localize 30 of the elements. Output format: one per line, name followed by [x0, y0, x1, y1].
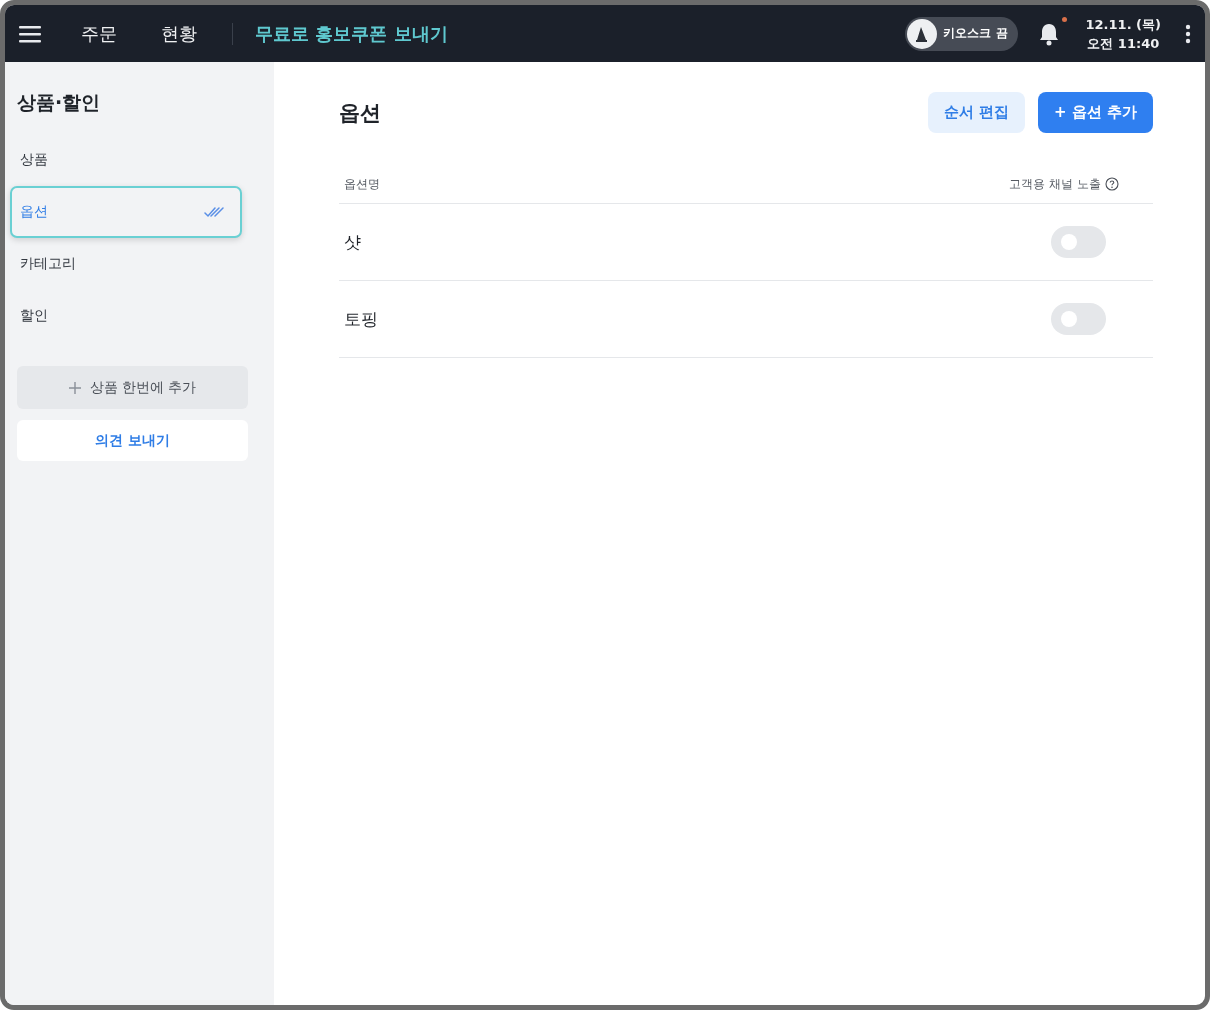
column-header: 옵션명 — [344, 175, 380, 193]
date-text: 12.11. (목) — [1085, 15, 1161, 34]
help-icon — [1105, 177, 1119, 191]
toggle-switch[interactable] — [1051, 303, 1106, 335]
bell-icon — [1037, 21, 1060, 46]
kiosk-toggle[interactable]: 키오스크 끔 — [905, 16, 1018, 51]
sidebar-title: 상품·할인 — [17, 90, 102, 115]
feedback-button[interactable]: 의견 보내기 — [17, 420, 248, 461]
promo-link[interactable]: 무료로 홍보쿠폰 보내기 — [255, 21, 448, 46]
sidebar-item[interactable]: 카테고리 — [10, 238, 242, 290]
nav-tab[interactable]: 주문 — [81, 21, 117, 46]
more-icon — [1185, 23, 1191, 44]
page-title: 옵션 — [339, 99, 381, 127]
menu-button[interactable] — [19, 24, 41, 43]
add-option-button[interactable]: + 옵션 추가 — [1038, 92, 1153, 133]
menu-icon — [19, 24, 41, 43]
double-check-icon — [204, 206, 224, 218]
sidebar-item[interactable]: 할인 — [10, 290, 242, 342]
more-button[interactable] — [1185, 23, 1191, 44]
bulk-add-button[interactable]: 상품 한번에 추가 — [17, 366, 248, 409]
sidebar-item[interactable]: 옵션 — [10, 186, 242, 238]
nav-tab[interactable]: 현황 — [161, 21, 197, 46]
time-text: 오전 11:40 — [1087, 34, 1160, 53]
option-name: 샷 — [344, 230, 361, 254]
column-header: 고객용 채널 노출 — [1009, 175, 1101, 193]
sidebar-item[interactable]: 상품 — [10, 134, 242, 186]
plus-icon — [68, 381, 81, 394]
option-name: 토핑 — [344, 307, 378, 331]
toggle-switch[interactable] — [1051, 226, 1106, 258]
edit-order-button[interactable]: 순서 편집 — [927, 92, 1025, 133]
